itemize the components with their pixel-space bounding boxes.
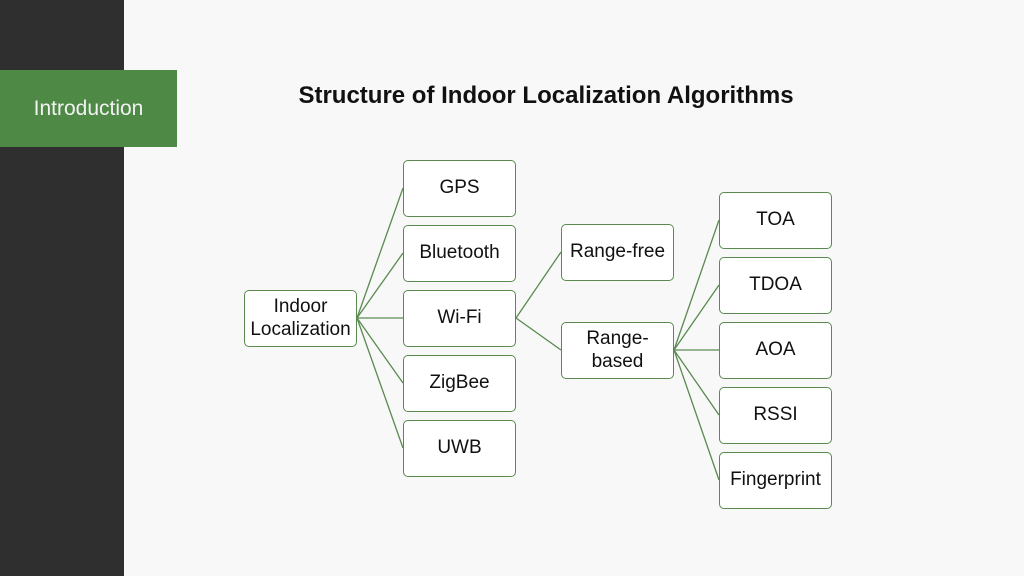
node-gps: GPS <box>403 160 516 217</box>
node-label: GPS <box>439 177 480 199</box>
section-tab-introduction[interactable]: Introduction <box>0 70 177 147</box>
connector-root-zigbee <box>356 317 404 384</box>
connector-rangebased-tdoa <box>673 284 720 351</box>
node-uwb: UWB <box>403 420 516 477</box>
node-zigbee: ZigBee <box>403 355 516 412</box>
node-label: UWB <box>437 437 482 459</box>
node-label: Range-based <box>586 327 649 372</box>
node-label: Bluetooth <box>419 242 500 264</box>
node-label: Wi-Fi <box>437 307 482 329</box>
connector-rangebased-rssi <box>673 349 720 416</box>
node-rssi: RSSI <box>719 387 832 444</box>
node-bluetooth: Bluetooth <box>403 225 516 282</box>
node-aoa: AOA <box>719 322 832 379</box>
node-label: TOA <box>756 209 795 231</box>
node-label: Indoor Localization <box>250 295 351 340</box>
node-label: Range-free <box>569 241 666 263</box>
node-fingerprint: Fingerprint <box>719 452 832 509</box>
node-tdoa: TDOA <box>719 257 832 314</box>
node-label: TDOA <box>749 274 802 296</box>
node-range-based: Range-based <box>561 322 674 379</box>
connector-wifi-rangefree <box>515 251 562 319</box>
section-label: Introduction <box>33 96 144 120</box>
node-label: ZigBee <box>429 372 490 394</box>
connector-root-bluetooth <box>356 252 404 319</box>
node-wifi: Wi-Fi <box>403 290 516 347</box>
node-label: Fingerprint <box>730 469 821 491</box>
node-toa: TOA <box>719 192 832 249</box>
node-indoor-localization: Indoor Localization <box>244 290 357 347</box>
node-label: AOA <box>755 339 796 361</box>
connector-root-uwb <box>356 317 404 449</box>
connector-wifi-rangebased <box>515 317 562 351</box>
node-range-free: Range-free <box>561 224 674 281</box>
connector-rangebased-toa <box>673 219 720 351</box>
node-label: RSSI <box>753 404 798 426</box>
slide-title: Structure of Indoor Localization Algorit… <box>298 82 794 109</box>
connector-rangebased-fingerprint <box>673 349 720 481</box>
connector-root-gps <box>356 187 404 319</box>
